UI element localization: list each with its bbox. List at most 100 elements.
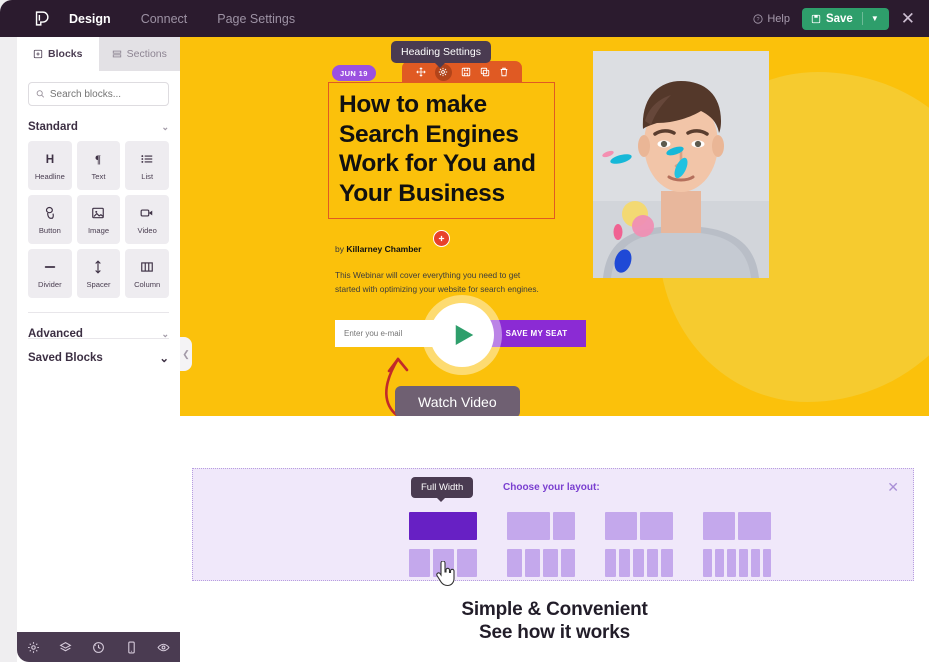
chevron-down-icon: ⌄ [159, 353, 169, 365]
hero-heading-block[interactable]: How to make Search Engines Work for You … [328, 82, 555, 219]
byline-prefix: by [335, 244, 347, 254]
block-label: Video [137, 225, 157, 235]
paragraph-icon: ¶ [91, 151, 105, 168]
layout-option-five-equal[interactable] [605, 549, 673, 577]
mobile-phone-icon[interactable] [125, 641, 138, 654]
nav-item-connect[interactable]: Connect [141, 0, 188, 37]
layout-picker-title: Choose your layout: [503, 482, 600, 493]
block-spacer[interactable]: Spacer [76, 249, 121, 298]
bottom-heading-line2: See how it works [479, 622, 630, 643]
sidebar-tabs: Blocks Sections [17, 37, 180, 71]
heading-settings-tooltip: Heading Settings [391, 41, 491, 68]
block-button[interactable]: Button [28, 195, 72, 244]
block-text[interactable]: ¶ Text [76, 141, 121, 190]
layers-icon[interactable] [59, 641, 72, 654]
canvas: ❮ Heading Settings JUN 19 How to make Se… [180, 37, 929, 662]
list-icon [140, 151, 154, 168]
sections-rows-icon [112, 50, 121, 58]
byline-author: Killarney Chamber [346, 244, 422, 254]
button-click-icon [43, 205, 57, 222]
floppy-disk-icon [811, 14, 821, 23]
help-label: Help [767, 12, 790, 25]
chevron-down-icon: ⌄ [161, 328, 169, 339]
sidebar: Blocks Sections Standard ⌄ [17, 37, 180, 662]
bottom-section: Simple & Convenient See how it works [180, 581, 929, 662]
block-image[interactable]: Image [76, 195, 121, 244]
group-header-standard[interactable]: Standard ⌄ [28, 121, 169, 133]
sidebar-scroll-area: Standard ⌄ H Headline ¶ Text List [17, 71, 180, 338]
hero-section: ❮ Heading Settings JUN 19 How to make Se… [180, 37, 929, 416]
watch-video-tooltip: Watch Video [395, 386, 520, 416]
app-logo[interactable] [23, 10, 59, 27]
save-label: Save [825, 12, 853, 25]
block-label: Image [87, 225, 110, 235]
layout-option-full-width[interactable] [409, 512, 477, 540]
divider-icon [43, 259, 57, 276]
play-button-inner [430, 303, 494, 367]
sidebar-collapse-handle[interactable]: ❮ [180, 337, 192, 371]
nav-item-design[interactable]: Design [69, 0, 111, 37]
tab-sections-label: Sections [126, 48, 167, 60]
image-icon [91, 205, 105, 222]
trash-icon[interactable] [499, 67, 509, 77]
close-icon[interactable]: ✕ [887, 479, 899, 496]
layout-option-half-half-alt[interactable] [703, 512, 771, 540]
save-button-main[interactable]: Save [804, 13, 862, 25]
nav-item-page-settings[interactable]: Page Settings [217, 0, 295, 37]
full-width-tooltip: Full Width [411, 477, 474, 502]
save-dropdown-caret[interactable]: ▼ [863, 14, 887, 23]
svg-text:¶: ¶ [95, 154, 101, 166]
layout-option-two-thirds-one-third[interactable] [507, 512, 575, 540]
tab-blocks-label: Blocks [48, 48, 83, 60]
sidebar-bottom-toolbar [17, 632, 180, 662]
svg-text:?: ? [757, 17, 760, 23]
layout-option-four-equal[interactable] [507, 549, 575, 577]
search-input[interactable] [49, 88, 161, 100]
date-badge[interactable]: JUN 19 [332, 65, 376, 81]
duplicate-icon[interactable] [480, 67, 490, 77]
group-header-advanced[interactable]: Advanced ⌄ [28, 328, 169, 338]
block-label: Headline [34, 171, 65, 181]
close-editor-button[interactable]: ✕ [901, 10, 915, 27]
block-headline[interactable]: H Headline [28, 141, 72, 190]
top-bar: Design Connect Page Settings ? Help Save [0, 0, 929, 37]
add-block-button[interactable] [433, 230, 450, 247]
tab-blocks[interactable]: Blocks [17, 37, 99, 71]
eye-icon[interactable] [157, 641, 170, 654]
blocks-grid-icon [33, 49, 43, 59]
blocks-grid-standard: H Headline ¶ Text List Button Image Vide… [28, 141, 169, 298]
bottom-heading-line1: Simple & Convenient [461, 599, 648, 620]
pointer-hand-cursor [436, 561, 455, 587]
block-column[interactable]: Column [125, 249, 169, 298]
question-circle-icon: ? [753, 13, 763, 24]
layout-option-half-half[interactable] [605, 512, 673, 540]
spacer-arrows-icon [91, 259, 105, 276]
group-header-saved-blocks[interactable]: Saved Blocks ⌄ [17, 339, 180, 365]
tab-sections[interactable]: Sections [98, 37, 180, 71]
save-icon[interactable] [461, 67, 471, 77]
block-video[interactable]: Video [125, 195, 169, 244]
help-button[interactable]: ? Help [753, 13, 790, 25]
block-label: Divider [38, 279, 62, 289]
save-button[interactable]: Save ▼ [801, 7, 889, 30]
top-bar-actions: ? Help Save ▼ ✕ [753, 7, 915, 30]
headline-h-icon: H [43, 151, 57, 168]
block-list[interactable]: List [125, 141, 169, 190]
block-label: Text [91, 171, 106, 181]
layout-picker-panel: Full Width Choose your layout: ✕ [192, 468, 914, 587]
element-toolbar [402, 61, 522, 83]
hero-photo[interactable] [593, 51, 769, 278]
hero-headline: How to make Search Engines Work for You … [339, 91, 536, 207]
group-divider [28, 312, 169, 313]
move-arrows-icon[interactable] [415, 67, 426, 77]
settings-gear-icon[interactable] [27, 641, 40, 654]
group-title-saved: Saved Blocks [28, 352, 103, 364]
play-triangle-icon [455, 325, 474, 345]
young-man-portrait-photo [593, 51, 769, 278]
layout-option-six-equal[interactable] [703, 549, 771, 577]
video-play-button[interactable] [422, 295, 502, 375]
history-clock-icon[interactable] [92, 641, 105, 654]
search-blocks-wrapper[interactable] [28, 82, 169, 106]
block-divider[interactable]: Divider [28, 249, 72, 298]
block-label: Column [134, 279, 161, 289]
